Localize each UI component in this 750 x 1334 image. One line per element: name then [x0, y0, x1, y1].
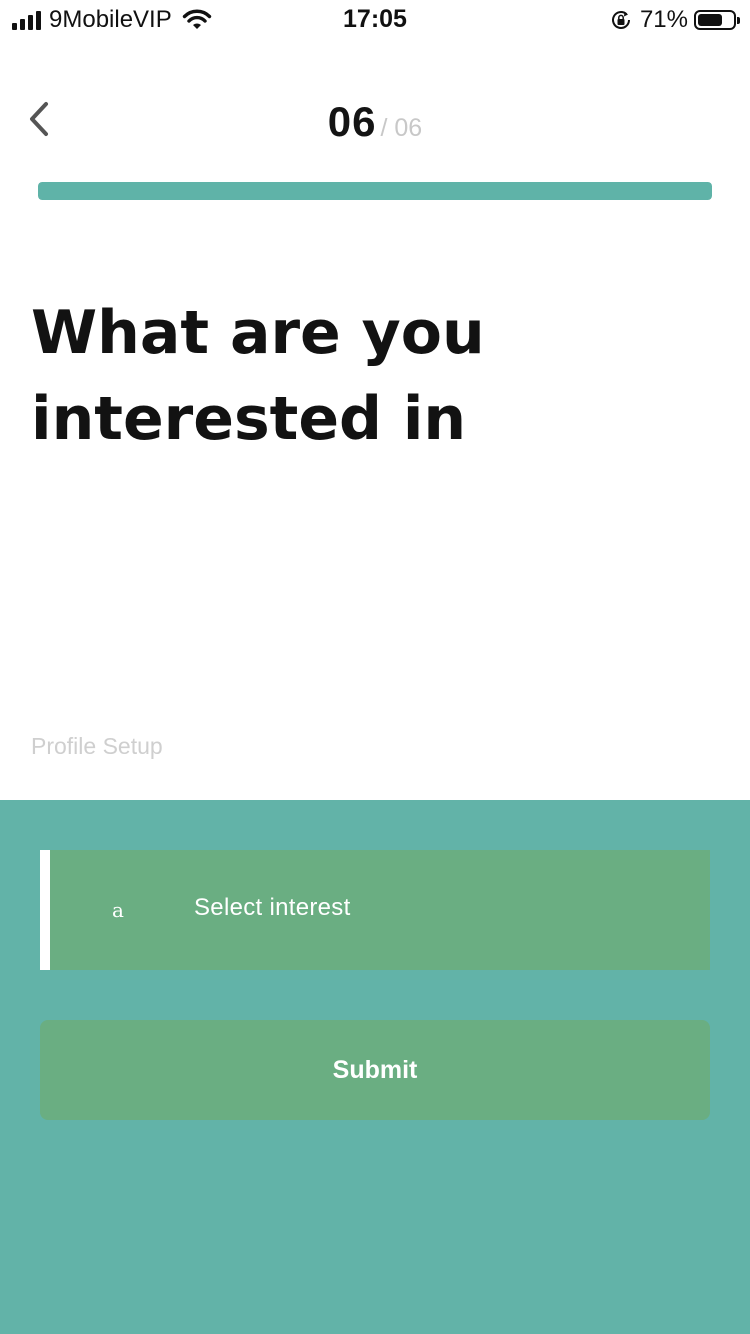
- step-total: / 06: [380, 114, 423, 142]
- submit-button[interactable]: Submit: [40, 1020, 710, 1120]
- select-leading-icon: a: [112, 898, 124, 922]
- progress-bar-fill: [38, 182, 712, 200]
- step-current: 06: [327, 98, 377, 145]
- rotation-lock-icon: [610, 9, 632, 31]
- progress-bar: [38, 182, 712, 200]
- section-label: Profile Setup: [31, 733, 163, 759]
- form-panel: a Select interest Submit: [0, 800, 750, 1334]
- question-title: What are you interested in: [31, 298, 485, 454]
- battery-level-fill: [698, 14, 723, 26]
- interest-select[interactable]: a Select interest: [40, 850, 710, 970]
- battery-cap: [737, 17, 740, 24]
- battery-icon: [694, 10, 740, 30]
- battery-percentage: 71%: [639, 6, 688, 33]
- status-bar: 9MobileVIP 17:05 71%: [0, 0, 750, 40]
- select-placeholder: Select interest: [194, 894, 351, 921]
- step-counter: 06/ 06: [0, 98, 750, 146]
- status-bar-right: 71%: [610, 6, 740, 34]
